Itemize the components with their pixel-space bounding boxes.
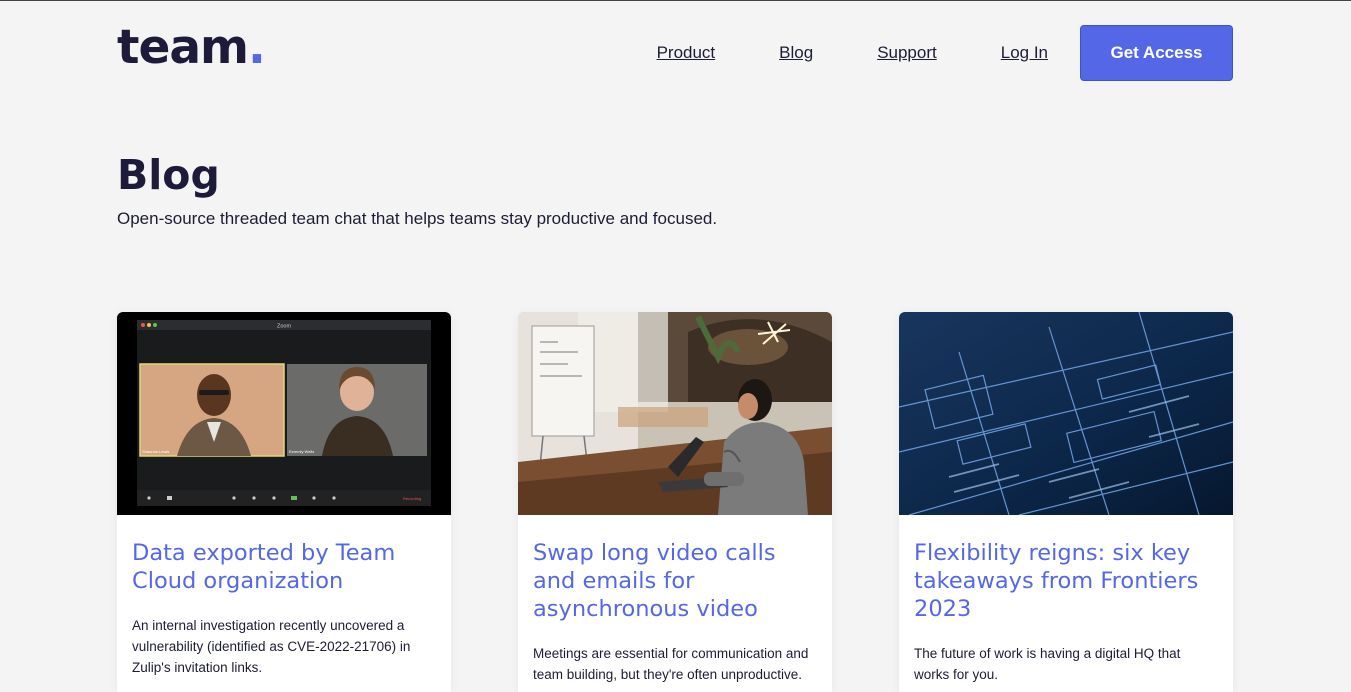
nav-link-support[interactable]: Support (877, 43, 937, 63)
blog-post-card[interactable]: Flexibility reigns: six key takeaways fr… (899, 312, 1233, 692)
nav-link-login[interactable]: Log In (1001, 43, 1048, 63)
nav-link-blog[interactable]: Blog (779, 43, 813, 63)
participant-name-2: Ezremly Wells (289, 449, 314, 454)
participant-name-1: Shannon Lewis (142, 449, 169, 454)
recording-label: Recording (403, 496, 421, 501)
page-title: Blog (117, 151, 220, 199)
post-excerpt: The future of work is having a digital H… (914, 646, 1181, 682)
main-nav: Product Blog Support Log In Get Access (657, 25, 1233, 81)
post-excerpt: Meetings are essential for communication… (533, 646, 809, 682)
blog-post-card[interactable]: Zoom Shannon Lewis Ezremly Wells Recordi… (117, 312, 451, 692)
blog-post-card[interactable]: Swap long video calls and emails for asy… (518, 312, 832, 692)
post-title[interactable]: Swap long video calls and emails for asy… (533, 539, 817, 623)
site-header: team. Product Blog Support Log In Get Ac… (117, 23, 1233, 83)
page-subtitle: Open-source threaded team chat that help… (117, 209, 718, 228)
video-call-image: Zoom Shannon Lewis Ezremly Wells Recordi… (117, 312, 451, 515)
woman-laptop-image (518, 312, 832, 515)
blueprint-image (899, 312, 1233, 515)
team-logo[interactable]: team. (117, 23, 266, 73)
post-title[interactable]: Data exported by Team Cloud organization (132, 539, 436, 595)
post-title[interactable]: Flexibility reigns: six key takeaways fr… (914, 539, 1218, 623)
get-access-button[interactable]: Get Access (1080, 25, 1233, 81)
post-excerpt: An internal investigation recently uncov… (132, 618, 411, 675)
zoom-window-title: Zoom (277, 324, 291, 330)
nav-link-product[interactable]: Product (657, 43, 716, 63)
